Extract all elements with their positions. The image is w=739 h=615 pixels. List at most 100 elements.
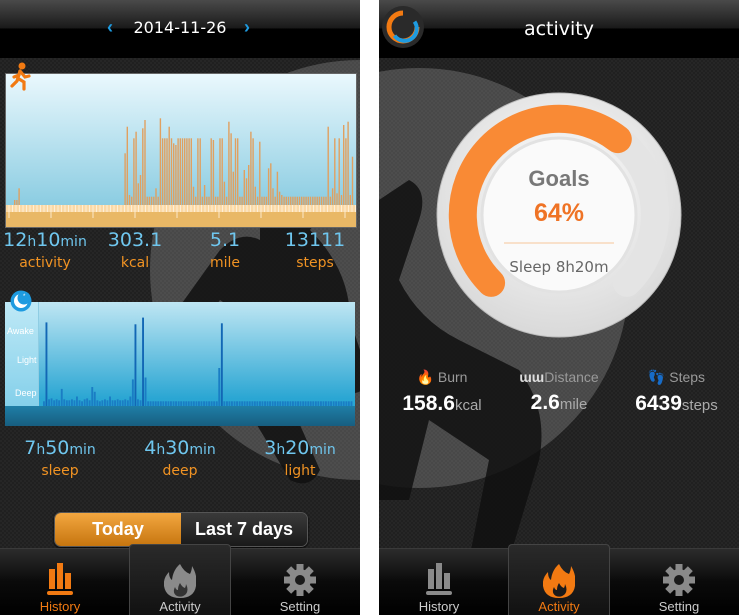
sleep-bar <box>86 398 89 406</box>
sleep-bar <box>76 396 78 406</box>
activity-bar <box>212 140 215 205</box>
activity-bar <box>14 200 16 205</box>
minute-unit: min <box>60 234 87 250</box>
last-7-days-button[interactable]: Last 7 days <box>181 513 307 546</box>
deep-label: deep <box>162 463 198 479</box>
next-day-button[interactable]: › <box>244 17 250 38</box>
deep-hours: 4 <box>144 437 157 459</box>
tab-setting[interactable]: Setting <box>629 549 729 615</box>
stat-steps: 13111 steps <box>270 229 360 271</box>
tab-setting[interactable]: Setting <box>250 549 350 615</box>
flame-icon <box>164 564 196 598</box>
tab-history[interactable]: History <box>10 549 110 615</box>
activity-bar <box>281 195 283 205</box>
stat-sleep: 7h50min sleep <box>5 437 115 479</box>
activity-bar <box>323 196 325 205</box>
activity-bar <box>243 170 245 205</box>
activity-bar <box>139 175 142 205</box>
activity-bar <box>192 186 195 205</box>
activity-bar <box>298 196 301 205</box>
steps-value: 13111 <box>284 229 346 251</box>
activity-bar <box>225 196 228 205</box>
sleep-chart: Awake Light Deep <box>5 302 355 426</box>
sleep-stats: 7h50min sleep 4h30min deep 3h20min light <box>0 437 360 479</box>
activity-bar <box>168 126 170 205</box>
gear-icon <box>663 564 695 596</box>
kcal-value: 303.1 <box>107 229 163 251</box>
activity-bar <box>347 121 349 205</box>
steps-unit: steps <box>681 397 718 414</box>
activity-bar <box>146 196 148 205</box>
activity-bar <box>18 188 20 205</box>
activity-bar <box>331 188 334 205</box>
tab-history[interactable]: History <box>389 549 489 615</box>
flame-icon: 🔥 <box>416 369 434 385</box>
activity-bar <box>267 168 270 205</box>
activity-bar <box>157 196 159 205</box>
tab-activity[interactable]: Activity <box>508 544 610 615</box>
sleep-bar <box>104 399 106 406</box>
bar-chart-icon <box>47 563 73 595</box>
minute-unit: min <box>189 442 216 458</box>
activity-bar <box>325 196 327 205</box>
sleep-bar <box>116 399 119 406</box>
activity-bar <box>294 196 296 205</box>
activity-bar <box>301 196 303 205</box>
sleep-bar <box>91 387 94 406</box>
distance-unit: mile <box>559 396 588 413</box>
activity-bar <box>327 126 329 205</box>
tab-activity-label: Activity <box>159 599 201 614</box>
tab-activity[interactable]: Activity <box>129 544 231 615</box>
activity-bar <box>349 195 351 205</box>
kcal-label: kcal <box>120 255 150 271</box>
period-segmented-control: Today Last 7 days <box>54 512 308 547</box>
activity-bar <box>234 138 237 205</box>
activity-bar <box>206 196 208 205</box>
activity-bar <box>274 196 276 205</box>
hour-unit: h <box>27 234 37 250</box>
activity-bar <box>340 195 343 205</box>
hour-unit: h <box>156 442 166 458</box>
burn-unit: kcal <box>454 397 482 414</box>
sleep-bar <box>144 377 147 406</box>
distance-label: Distance <box>544 369 599 385</box>
activity-bar <box>197 138 199 205</box>
activity-bar <box>217 196 219 205</box>
hour-unit: h <box>36 442 46 458</box>
activity-bar <box>203 185 206 205</box>
stat-kcal: 303.1 kcal <box>90 229 180 271</box>
activity-bar <box>210 138 212 205</box>
tab-bar: History Activity Setting <box>0 544 360 615</box>
activity-bar <box>265 196 268 205</box>
walking-person-icon <box>10 62 31 91</box>
activity-bar <box>208 196 210 205</box>
sleep-bar <box>48 399 50 406</box>
activity-bar <box>290 196 292 205</box>
activity-bar <box>252 138 254 205</box>
activity-bar <box>256 196 259 205</box>
activity-bar <box>159 118 162 205</box>
light-minutes: 20 <box>285 437 310 459</box>
activity-bar <box>334 138 336 205</box>
activity-bar <box>314 196 316 205</box>
activity-bar <box>329 196 332 205</box>
sleep-bar <box>134 324 137 406</box>
minute-unit: min <box>69 442 96 458</box>
metric-distance: ɯɯDistance 2.6mile <box>504 369 614 415</box>
sleep-bar <box>218 368 221 406</box>
activity-bar <box>181 138 184 205</box>
light-hours: 3 <box>264 437 277 459</box>
activity-bar <box>184 138 186 205</box>
activity-bar <box>124 153 126 205</box>
activity-bar <box>144 120 146 205</box>
steps-value: 6439 <box>635 392 682 415</box>
metric-burn: 🔥 Burn 158.6kcal <box>387 369 497 416</box>
activity-bar <box>188 138 190 205</box>
burn-label: Burn <box>437 369 468 385</box>
sleep-bar <box>55 399 58 406</box>
steps-label: Steps <box>669 369 706 385</box>
activity-bar <box>285 196 287 205</box>
level-deep: Deep <box>15 388 37 398</box>
today-button[interactable]: Today <box>55 513 181 546</box>
tab-setting-label: Setting <box>658 599 700 614</box>
